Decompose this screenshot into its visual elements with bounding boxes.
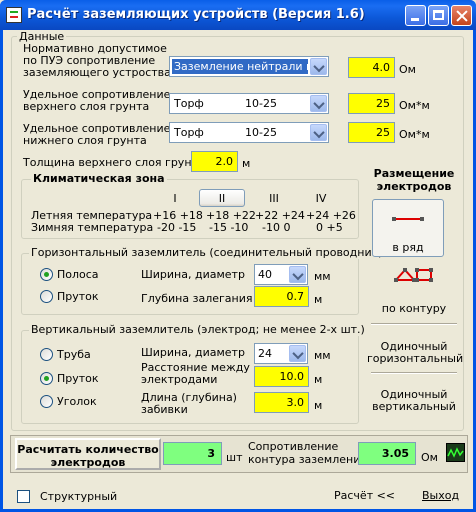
exit-link[interactable]: Выход <box>422 489 459 502</box>
chevron-down-icon[interactable] <box>289 266 306 283</box>
contour-electrodes-icon[interactable] <box>394 268 434 282</box>
lower-unit: Ом*м <box>399 128 430 141</box>
placement-row-button[interactable]: в ряд <box>372 199 444 257</box>
structural-checkbox[interactable] <box>17 490 30 503</box>
vertical-title: Вертикальный заземлитель (электрод; не м… <box>29 323 367 336</box>
horizontal-title: Горизонтальный заземлитель (соединительн… <box>29 246 385 259</box>
upper-label-line2: верхнего слоя грунта <box>23 100 150 113</box>
zone-2-button[interactable]: II <box>199 189 245 207</box>
lower-soil-name: Торф <box>174 126 204 139</box>
zone-3-label: III <box>269 192 279 205</box>
resistance-unit: Ом <box>421 451 438 464</box>
climate-title: Климатическая зона <box>31 172 167 185</box>
upper-soil-range: 10-25 <box>245 97 277 110</box>
placement-title-line2: электродов <box>376 180 452 193</box>
vertical-width-label: Ширина, диаметр <box>141 346 245 359</box>
length-field[interactable]: 3.0 <box>254 392 309 413</box>
calculate-label-line2: электродов <box>50 456 126 469</box>
upper-soil-name: Торф <box>174 97 204 110</box>
norm-select-value: Заземление нейтрали гене <box>172 59 308 74</box>
structural-label[interactable]: Структурный <box>40 491 117 503</box>
distance-unit: м <box>314 373 323 386</box>
horizontal-depth-field[interactable]: 0.7 <box>254 286 309 307</box>
vertical-width-value: 24 <box>258 347 272 360</box>
electrode-count-unit: шт <box>226 451 243 464</box>
radio-pipe-label[interactable]: Труба <box>57 349 91 361</box>
radio-rod-horizontal[interactable] <box>40 290 53 303</box>
winter-zone-1: -20 -15 <box>157 221 197 234</box>
electrode-count-field: 3 <box>163 442 222 465</box>
close-button[interactable] <box>451 5 472 26</box>
radio-pipe[interactable] <box>40 348 53 361</box>
radio-rod-horizontal-label[interactable]: Пруток <box>57 291 99 303</box>
horizontal-width-label: Ширина, диаметр <box>141 268 245 281</box>
placement-divider-2 <box>371 372 457 374</box>
minimize-button[interactable] <box>405 5 426 26</box>
horizontal-depth-label: Глубина залегания <box>141 292 253 305</box>
upper-unit: Ом*м <box>399 99 430 112</box>
zone-1-label: I <box>173 192 177 205</box>
row-electrodes-icon <box>392 217 424 221</box>
length-label-line2: забивки <box>141 403 188 416</box>
radio-rod-vertical-label[interactable]: Пруток <box>57 373 99 385</box>
single-horizontal-line2[interactable]: горизонтальный <box>367 353 463 365</box>
norm-unit: Ом <box>399 63 416 76</box>
resistance-field: 3.05 <box>358 442 416 465</box>
lower-value-field[interactable]: 25 <box>348 122 395 143</box>
single-vertical-line2[interactable]: вертикальный <box>367 401 461 413</box>
radio-angle[interactable] <box>40 395 53 408</box>
winter-zone-3: -10 0 <box>262 221 291 234</box>
window-title: Расчёт заземляющих устройств (Версия 1.6… <box>27 7 365 22</box>
zone-2-label: II <box>218 192 226 205</box>
winter-zone-2: -15 -10 <box>209 221 249 234</box>
norm-select[interactable]: Заземление нейтрали гене <box>169 56 329 77</box>
chevron-down-icon[interactable] <box>310 95 327 112</box>
horizontal-width-unit: мм <box>314 270 331 283</box>
calculate-label-line1: Расчитать количество <box>17 443 159 456</box>
upper-soil-select[interactable]: Торф 10-25 <box>169 93 329 114</box>
horizontal-width-select[interactable]: 40 <box>254 264 308 285</box>
radio-strip[interactable] <box>40 268 53 281</box>
main-window: Расчёт заземляющих устройств (Версия 1.6… <box>0 0 476 512</box>
horizontal-depth-unit: м <box>314 293 323 306</box>
lower-soil-select[interactable]: Торф 10-25 <box>169 122 329 143</box>
row-label: в ряд <box>392 241 424 254</box>
vertical-width-select[interactable]: 24 <box>254 343 308 364</box>
distance-field[interactable]: 10.0 <box>254 366 309 387</box>
resistance-label-line2: контура заземления <box>248 453 367 466</box>
length-unit: м <box>314 399 323 412</box>
contour-label[interactable]: по контуру <box>367 303 461 315</box>
lower-label-line2: нижнего слоя грунта <box>23 134 147 147</box>
upper-value-field[interactable]: 25 <box>348 93 395 114</box>
calculation-link[interactable]: Расчёт << <box>334 489 395 502</box>
vertical-width-unit: мм <box>314 349 331 362</box>
placement-divider-1 <box>371 323 457 325</box>
placement-title-line1: Размещение <box>373 167 455 180</box>
norm-label-line3: заземляющего устроства <box>23 66 171 79</box>
radio-rod-vertical[interactable] <box>40 372 53 385</box>
chevron-down-icon[interactable] <box>289 345 306 362</box>
resistance-label-line1: Сопротивление <box>248 440 339 453</box>
app-icon <box>6 7 22 23</box>
radio-strip-label[interactable]: Полоса <box>57 269 99 281</box>
zone-4-label: IV <box>315 192 327 205</box>
winter-temp-label: Зимняя температура <box>31 221 154 234</box>
thickness-unit: м <box>242 157 251 170</box>
maximize-button[interactable] <box>428 5 449 26</box>
thickness-value-field[interactable]: 2.0 <box>191 151 238 172</box>
radio-angle-label[interactable]: Уголок <box>57 396 97 408</box>
chevron-down-icon[interactable] <box>310 58 327 75</box>
lower-soil-range: 10-25 <box>245 126 277 139</box>
winter-zone-4: 0 +5 <box>316 221 343 234</box>
distance-label-line2: электродами <box>141 373 218 386</box>
calculate-button[interactable]: Расчитать количество электродов <box>15 438 161 470</box>
chart-icon[interactable] <box>446 443 465 462</box>
title-bar[interactable]: Расчёт заземляющих устройств (Версия 1.6… <box>0 0 476 30</box>
horizontal-width-value: 40 <box>258 268 272 281</box>
chevron-down-icon[interactable] <box>310 124 327 141</box>
thickness-label: Толщина верхнего слоя грунта <box>23 156 205 169</box>
norm-value-field[interactable]: 4.0 <box>348 57 395 78</box>
